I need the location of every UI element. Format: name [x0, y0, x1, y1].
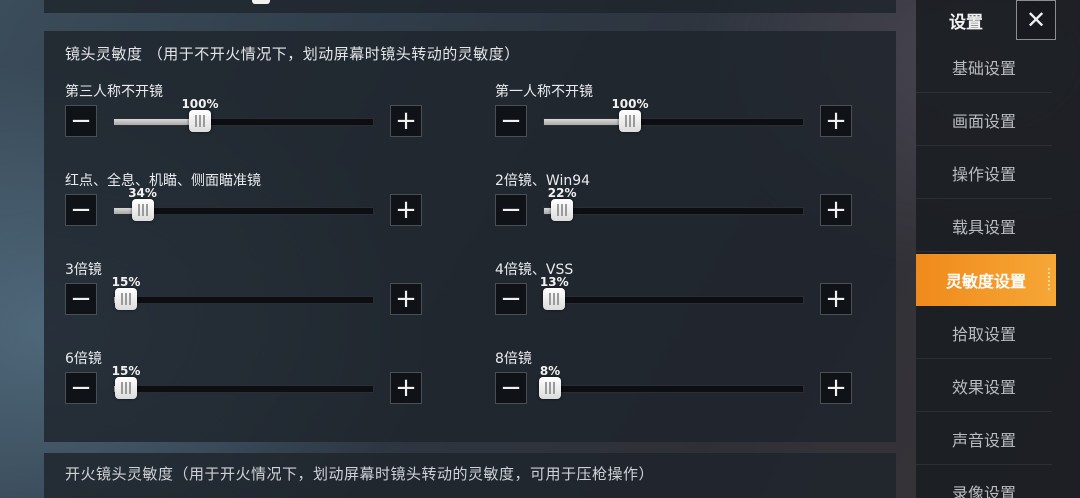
fire-sensitivity-panel: 开火镜头灵敏度（用于开火情况下，划动屏幕时镜头转动的灵敏度，可用于压枪操作）	[44, 453, 896, 498]
slider-value: 8%	[539, 364, 561, 378]
minus-icon: −	[70, 373, 92, 403]
slider-thumb[interactable]	[115, 288, 138, 310]
decrease-button[interactable]: −	[65, 194, 97, 226]
slider-track[interactable]	[113, 296, 374, 304]
sensitivity-label: 第一人称不开镜	[495, 84, 593, 100]
sensitivity-item: 第一人称不开镜 − 100% +	[495, 81, 855, 151]
slider-value: 22%	[547, 186, 577, 200]
menu-item-pickup[interactable]: 拾取设置	[916, 307, 1052, 359]
menu-item-basic[interactable]: 基础设置	[916, 41, 1052, 93]
slider-value: 15%	[111, 275, 141, 289]
slider-track[interactable]	[543, 296, 804, 304]
increase-button[interactable]: +	[820, 372, 852, 404]
slider-value: 13%	[539, 275, 569, 289]
menu-item-label: 基础设置	[951, 58, 1016, 78]
sensitivity-label: 第三人称不开镜	[65, 84, 163, 100]
menu-item-label: 声音设置	[951, 430, 1016, 450]
menu-item-label: 载具设置	[951, 217, 1016, 237]
menu-item-audio[interactable]: 声音设置	[916, 413, 1052, 465]
slider-value: 34%	[128, 186, 157, 200]
menu-item-label: 操作设置	[951, 164, 1016, 184]
menu-item-effects[interactable]: 效果设置	[916, 360, 1052, 412]
slider-value: 100%	[611, 97, 649, 111]
increase-button[interactable]: +	[390, 105, 422, 137]
slider-track[interactable]	[543, 118, 804, 126]
plus-icon: +	[825, 195, 847, 225]
settings-sidebar: 设置 ✕ 基础设置 画面设置 操作设置 载具设置 灵敏度设置 拾取设置 效果设置…	[916, 0, 1080, 498]
decrease-button[interactable]: −	[65, 105, 97, 137]
increase-button[interactable]: +	[820, 283, 852, 315]
sensitivity-item: 第三人称不开镜 − 100% +	[65, 81, 425, 151]
slider-thumb[interactable]	[539, 377, 561, 399]
slider-track[interactable]	[543, 207, 804, 215]
section-title: 镜头灵敏度 （用于不开火情况下，划动屏幕时镜头转动的灵敏度）	[65, 45, 520, 63]
plus-icon: +	[825, 373, 847, 403]
sensitivity-item: 6倍镜 − 15% +	[65, 348, 425, 418]
increase-button[interactable]: +	[390, 194, 422, 226]
sensitivity-label: 8倍镜	[495, 351, 532, 367]
section-title: 开火镜头灵敏度（用于开火情况下，划动屏幕时镜头转动的灵敏度，可用于压枪操作）	[65, 465, 655, 483]
minus-icon: −	[500, 106, 522, 136]
slider-thumb[interactable]	[115, 377, 138, 399]
previous-section-panel	[44, 0, 896, 13]
minus-icon: −	[500, 373, 522, 403]
minus-icon: −	[70, 284, 92, 314]
sensitivity-item: 3倍镜 − 15% +	[65, 259, 425, 329]
decrease-button[interactable]: −	[65, 372, 97, 404]
menu-item-label: 画面设置	[951, 111, 1016, 131]
slider-thumb[interactable]	[543, 288, 566, 310]
increase-button[interactable]: +	[390, 372, 422, 404]
sensitivity-item: 2倍镜、Win94 − 22% +	[495, 170, 855, 240]
menu-item-graphics[interactable]: 画面设置	[916, 94, 1052, 146]
slider-fill	[114, 119, 201, 125]
slider-track[interactable]	[113, 118, 374, 126]
menu-item-vehicle[interactable]: 载具设置	[916, 200, 1052, 252]
minus-icon: −	[70, 106, 92, 136]
plus-icon: +	[395, 373, 417, 403]
increase-button[interactable]: +	[390, 283, 422, 315]
sidebar-title: 设置	[949, 12, 983, 33]
minus-icon: −	[500, 195, 522, 225]
plus-icon: +	[395, 106, 417, 136]
plus-icon: +	[825, 284, 847, 314]
slider-value: 100%	[181, 97, 219, 111]
menu-item-recording[interactable]: 录像设置	[916, 466, 1052, 498]
slider-track[interactable]	[113, 385, 374, 393]
decrease-button[interactable]: −	[495, 194, 527, 226]
close-icon: ✕	[1025, 6, 1047, 34]
sensitivity-label: 红点、全息、机瞄、侧面瞄准镜	[65, 173, 261, 189]
decrease-button[interactable]: −	[65, 283, 97, 315]
decrease-button[interactable]: −	[495, 283, 527, 315]
minus-icon: −	[500, 284, 522, 314]
previous-slider-thumb[interactable]	[252, 0, 270, 4]
menu-item-label: 拾取设置	[951, 324, 1016, 344]
slider-value: 15%	[111, 364, 141, 378]
menu-item-label: 灵敏度设置	[945, 272, 1026, 291]
plus-icon: +	[825, 106, 847, 136]
slider-track[interactable]	[543, 385, 804, 393]
menu-item-label: 效果设置	[951, 377, 1016, 397]
minus-icon: −	[70, 195, 92, 225]
sensitivity-item: 8倍镜 − 8% +	[495, 348, 855, 418]
close-button[interactable]: ✕	[1016, 0, 1056, 40]
sensitivity-label: 3倍镜	[65, 262, 102, 278]
slider-thumb[interactable]	[131, 199, 154, 221]
slider-thumb[interactable]	[189, 110, 211, 132]
scope-sensitivity-panel: 镜头灵敏度 （用于不开火情况下，划动屏幕时镜头转动的灵敏度） 第三人称不开镜 −…	[44, 31, 896, 442]
increase-button[interactable]: +	[820, 194, 852, 226]
menu-item-label: 录像设置	[951, 483, 1016, 498]
decrease-button[interactable]: −	[495, 105, 527, 137]
plus-icon: +	[395, 284, 417, 314]
slider-thumb[interactable]	[619, 110, 641, 132]
increase-button[interactable]: +	[820, 105, 852, 137]
decrease-button[interactable]: −	[495, 372, 527, 404]
sensitivity-item: 红点、全息、机瞄、侧面瞄准镜 − 34% +	[65, 170, 425, 240]
slider-thumb[interactable]	[551, 199, 574, 221]
menu-item-sensitivity[interactable]: 灵敏度设置	[916, 254, 1056, 306]
menu-item-controls[interactable]: 操作设置	[916, 147, 1052, 199]
slider-fill	[544, 119, 631, 125]
sensitivity-label: 6倍镜	[65, 351, 102, 367]
plus-icon: +	[395, 195, 417, 225]
sensitivity-item: 4倍镜、VSS − 13% +	[495, 259, 855, 329]
